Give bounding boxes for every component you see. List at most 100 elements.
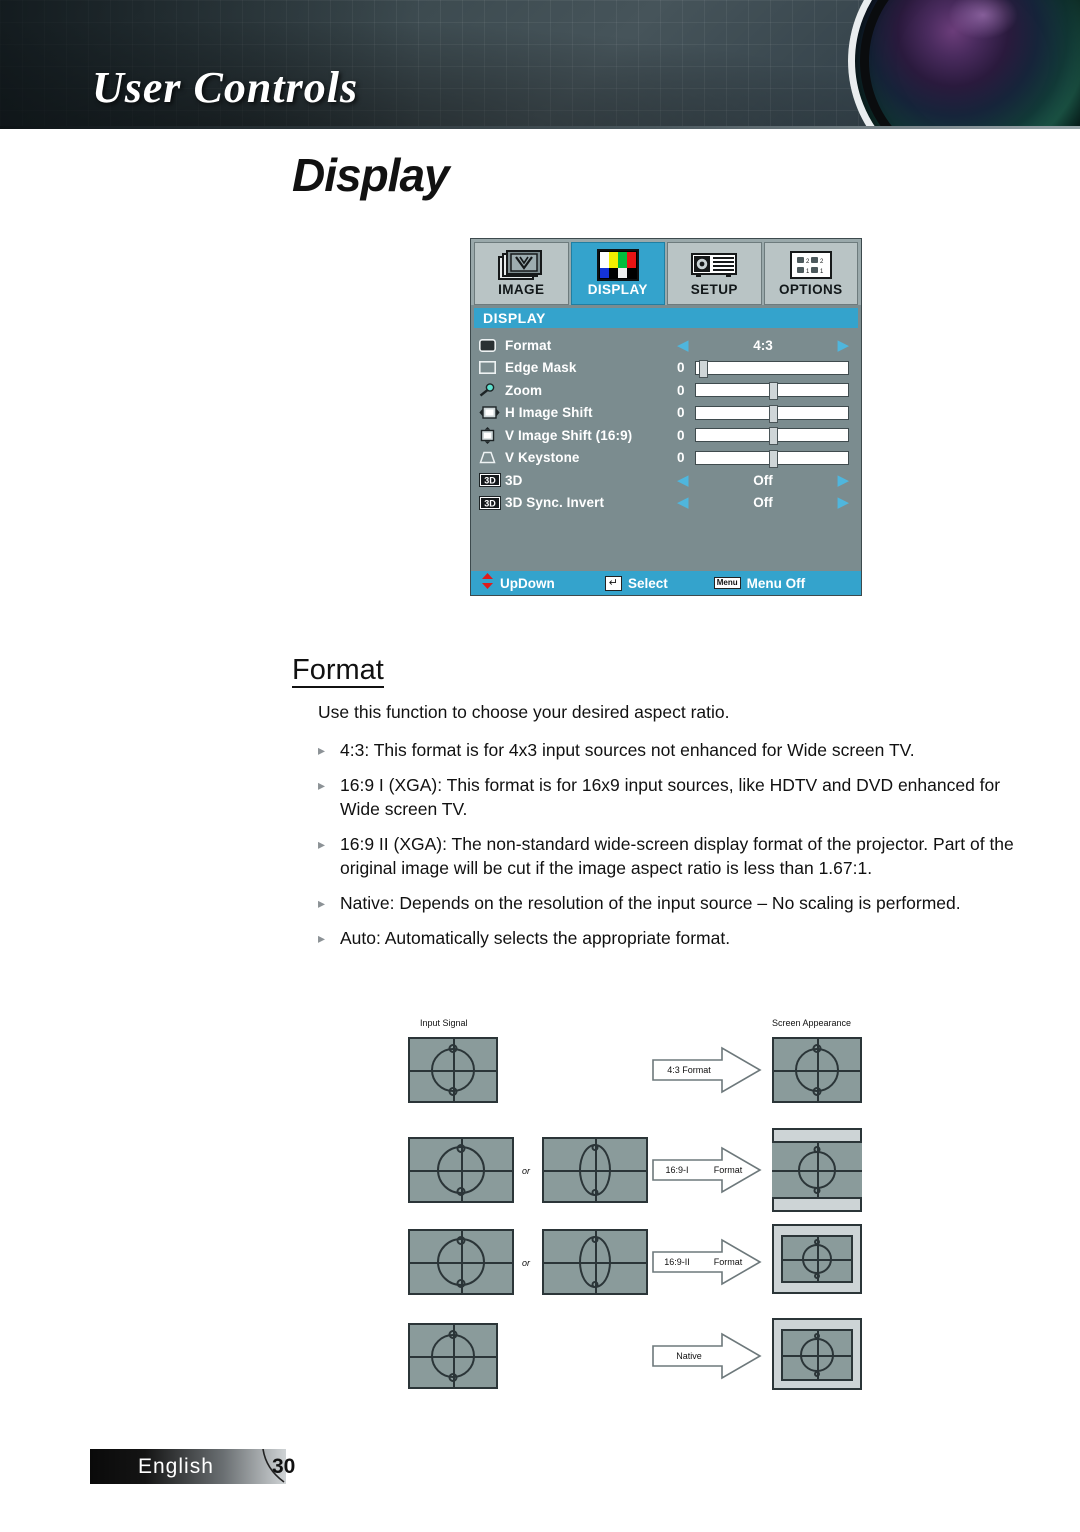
osd-row-value[interactable]: 0 [677,359,853,378]
format-screen-icon [479,338,505,352]
osd-help-bar: UpDown ↵ Select Menu Menu Off [471,571,861,595]
test-dot-bottom [456,1187,466,1196]
test-dot-top [813,1146,821,1153]
left-arrow-icon[interactable]: ◀ [677,473,689,488]
osd-row-edge-mask[interactable]: Edge Mask 0 [479,357,853,380]
osd-slider-knob[interactable] [768,382,778,401]
osd-row-label: Zoom [505,382,543,398]
projector-icon [690,247,738,283]
test-circle [795,1048,839,1092]
banner-title: User Controls [92,63,359,112]
osd-row-label: Format [505,337,552,353]
menu-key-icon: Menu [713,577,741,589]
osd-tab-options[interactable]: 22 11 OPTIONS [763,242,858,305]
osd-tab-bar: IMAGE DISPLAY SETUP 2 2 1 1 OPTIONS [471,239,861,305]
right-arrow-icon[interactable]: ▶ [837,495,849,510]
osd-slider-track[interactable] [695,382,849,401]
osd-row-zoom[interactable]: Zoom 0 [479,379,853,402]
page-banner: User Controls [0,0,1080,128]
osd-help-updown[interactable]: UpDown [481,572,555,594]
osd-row-value[interactable]: 0 [677,404,853,423]
osd-row-label: V Keystone [505,450,580,466]
osd-slider-track[interactable] [695,359,849,378]
3d-icon: 3D [479,495,505,510]
osd-slider-value: 0 [677,382,685,398]
input-signal-box-alt [542,1229,648,1295]
arrow-label-right: Format [713,1257,743,1267]
list-item: ▸ 4:3: This format is for 4x3 input sour… [318,738,1018,762]
osd-slider-knob[interactable] [768,404,778,423]
h-image-shift-icon [479,406,505,419]
osd-help-menu-off[interactable]: Menu Menu Off [713,576,805,591]
list-item: ▸ Native: Depends on the resolution of t… [318,891,1018,915]
test-dot-bottom [814,1273,820,1279]
active-image-area [772,1141,862,1199]
test-dot-bottom [591,1189,599,1196]
osd-slider-knob[interactable] [768,449,778,468]
test-dot-top [591,1236,599,1243]
osd-slider-track[interactable] [695,404,849,423]
input-signal-box [408,1137,514,1203]
active-image-area [781,1329,853,1381]
osd-help-label: Select [627,575,668,591]
arrow-label-right: Format [713,1165,743,1175]
osd-value-text: Off [753,472,773,488]
osd-row-format[interactable]: Format ◀ 4:3 ▶ [479,334,853,357]
format-arrow-4-3: 4:3 Format [652,1046,762,1094]
osd-row-value[interactable]: 0 [677,449,853,468]
osd-tab-image[interactable]: IMAGE [474,242,569,305]
right-arrow-icon[interactable]: ▶ [837,338,849,353]
screen-appearance-box [772,1318,862,1390]
bullet-arrow-icon: ▸ [318,895,326,911]
osd-row-value[interactable]: ◀ 4:3 ▶ [677,338,853,353]
test-dot-bottom [448,1373,458,1382]
osd-help-label: UpDown [500,575,555,591]
osd-slider-knob[interactable] [699,359,709,378]
test-dot-top [448,1044,458,1053]
osd-tab-label: SETUP [690,282,738,297]
osd-row-value[interactable]: ◀ Off ▶ [677,473,853,488]
osd-slider-knob[interactable] [768,427,778,446]
format-bullet-list: ▸ 4:3: This format is for 4x3 input sour… [318,738,1018,961]
osd-row-v-keystone[interactable]: V Keystone 0 [479,447,853,470]
test-dot-top [456,1236,466,1245]
right-arrow-icon[interactable]: ▶ [837,473,849,488]
list-item-text: 16:9 II (XGA): The non-standard wide-scr… [340,834,1014,878]
test-dot-top [456,1144,466,1153]
arrow-label-left: 16:9-II [664,1257,690,1267]
test-circle [800,1338,834,1372]
osd-row-list: Format ◀ 4:3 ▶ Edge Mask 0 Zoom 0 H Imag… [471,328,861,514]
format-arrow-16-9-ii: 16:9-II Format [652,1238,762,1286]
list-item-text: Native: Depends on the resolution of the… [340,893,961,913]
test-circle [802,1244,832,1274]
osd-menu: IMAGE DISPLAY SETUP 2 2 1 1 OPTIONS DISP… [470,238,862,596]
osd-help-select[interactable]: ↵ Select [604,575,668,591]
test-dot-top [814,1239,820,1245]
osd-row-value[interactable]: 0 [677,382,853,401]
svg-text:3D: 3D [484,498,496,508]
screen-appearance-box [772,1224,862,1294]
edge-mask-icon [479,361,505,375]
arrow-label-left: Native [676,1351,702,1361]
footer-page-number: 30 [272,1455,296,1478]
osd-row-v-image-shift[interactable]: V Image Shift (16:9) 0 [479,424,853,447]
format-intro-text: Use this function to choose your desired… [318,702,730,722]
osd-slider-track[interactable] [695,427,849,446]
osd-row-h-image-shift[interactable]: H Image Shift 0 [479,402,853,425]
left-arrow-icon[interactable]: ◀ [677,338,689,353]
list-item: ▸ 16:9 I (XGA): This format is for 16x9 … [318,773,1018,821]
input-signal-box [408,1229,514,1295]
osd-row-3d-sync-invert[interactable]: 3D 3D Sync. Invert ◀ Off ▶ [479,492,853,515]
left-arrow-icon[interactable]: ◀ [677,495,689,510]
active-image-area [781,1235,853,1283]
osd-tab-setup[interactable]: SETUP [667,242,762,305]
test-circle [798,1151,836,1189]
osd-row-3d[interactable]: 3D 3D ◀ Off ▶ [479,469,853,492]
osd-row-value[interactable]: ◀ Off ▶ [677,495,853,510]
osd-tab-display[interactable]: DISPLAY [570,242,665,305]
osd-tab-label: OPTIONS [778,282,843,297]
diagram-or-label: or [522,1166,531,1176]
screen-appearance-box [772,1037,862,1103]
osd-row-value[interactable]: 0 [677,427,853,446]
osd-slider-track[interactable] [695,449,849,468]
